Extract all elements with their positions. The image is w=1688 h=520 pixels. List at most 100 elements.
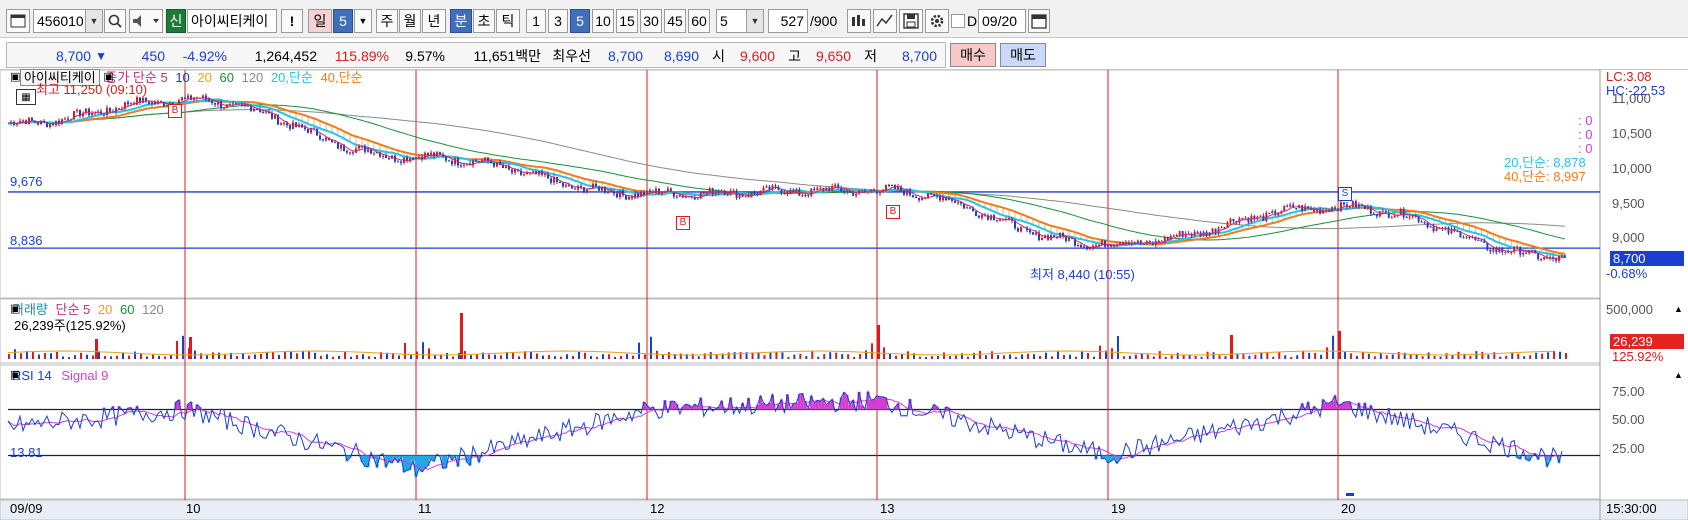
volume-ma-line	[7, 350, 1554, 356]
candle-body	[385, 155, 387, 159]
period-week-button[interactable]: 주	[376, 9, 398, 33]
ma5-line	[7, 97, 1565, 259]
stock-name: 아이씨티케이	[191, 13, 269, 29]
interval-15[interactable]: 15	[616, 9, 638, 33]
sell-signal-marker[interactable]: S	[1338, 187, 1352, 201]
date-input[interactable]: 09/20	[978, 9, 1026, 33]
candle-body	[352, 152, 354, 154]
period-month-button[interactable]: 월	[399, 9, 421, 33]
interval-10[interactable]: 10	[592, 9, 614, 33]
tools-button[interactable]	[847, 9, 871, 33]
candle-body	[307, 129, 309, 133]
candle-body	[22, 120, 24, 122]
volume-bar	[620, 355, 622, 359]
buy-button[interactable]: 매수	[950, 43, 996, 67]
volume-panel-collapse-icon[interactable]: ▲	[1674, 302, 1683, 317]
candle-body	[774, 185, 777, 187]
period-day-button[interactable]: 일	[308, 9, 332, 33]
candle-body	[765, 186, 768, 188]
volume-bar	[404, 343, 406, 359]
volume-bar	[757, 352, 760, 359]
rsi-panel-collapse-icon[interactable]: ▲	[1674, 368, 1683, 383]
volume-bar	[272, 351, 274, 359]
candle-body	[1408, 216, 1411, 218]
volume-handle-icon[interactable]: ▣	[10, 302, 20, 317]
save-button[interactable]	[899, 9, 923, 33]
rsi-handle-icon[interactable]: ▣	[10, 368, 20, 383]
low-price: 8,700	[901, 48, 937, 64]
candle-body	[103, 114, 105, 116]
candle-body	[1402, 208, 1405, 218]
volume-bar	[8, 354, 10, 359]
candle-body	[283, 122, 285, 124]
volume-bar	[104, 356, 106, 359]
volume-bar	[68, 356, 70, 359]
stock-name-field[interactable]: 아이씨티케이	[187, 9, 277, 33]
stock-code-value: 456010	[37, 13, 84, 29]
floppy-disk-icon	[903, 13, 919, 29]
interval-30[interactable]: 30	[640, 9, 662, 33]
volume-bar	[170, 355, 172, 359]
period-day-dropdown[interactable]: ▼	[354, 9, 372, 33]
candle-body	[544, 174, 546, 176]
candle-body	[1342, 202, 1345, 205]
candle-body	[619, 190, 621, 198]
sell-button[interactable]: 매도	[1000, 43, 1046, 67]
candle-body	[726, 194, 729, 196]
candle-body	[181, 97, 183, 101]
candle-body	[1083, 246, 1085, 248]
period-day-value[interactable]: 5	[333, 9, 353, 33]
period-second-button[interactable]: 초	[473, 9, 495, 33]
best-price-label: 최우선	[552, 48, 591, 64]
trend-line-button[interactable]	[873, 9, 897, 33]
interval-1[interactable]: 1	[526, 9, 546, 33]
candle-body	[705, 191, 708, 194]
candle-body	[1241, 218, 1244, 220]
volume-bar	[1212, 352, 1215, 359]
period-year-button[interactable]: 년	[422, 9, 446, 33]
period-tick-button[interactable]: 틱	[496, 9, 520, 33]
speaker-icon	[133, 15, 159, 27]
period-minute-button[interactable]: 분	[450, 9, 472, 33]
alert-button[interactable]: !	[281, 9, 303, 33]
date-checkbox[interactable]	[951, 14, 965, 28]
volume-bar	[943, 352, 945, 359]
interval-45[interactable]: 45	[664, 9, 686, 33]
volume-bar	[176, 340, 178, 359]
candle-body	[1104, 240, 1106, 247]
volume-bar	[1302, 351, 1305, 359]
interval-3[interactable]: 3	[548, 9, 568, 33]
interval-select[interactable]: 5	[716, 9, 764, 33]
volume-bar	[1373, 356, 1376, 359]
candle-body	[1426, 222, 1429, 228]
candle-body	[322, 139, 324, 141]
interval-5[interactable]: 5	[570, 9, 590, 33]
volume-bar	[638, 342, 640, 359]
buy-signal-marker-3[interactable]: B	[886, 205, 900, 219]
stock-chart[interactable]	[0, 70, 1688, 520]
buy-signal-marker-1[interactable]: B	[168, 104, 182, 118]
count-input[interactable]: 527	[768, 9, 808, 33]
interval-60[interactable]: 60	[688, 9, 710, 33]
sound-button[interactable]	[129, 9, 163, 33]
candle-body	[1077, 244, 1079, 246]
candle-body	[1211, 228, 1214, 233]
candle-body	[1390, 217, 1393, 219]
volume-bar	[242, 353, 244, 359]
volume-bar	[1224, 356, 1227, 359]
legend-ma120: 120	[241, 70, 264, 85]
chart-settings-button[interactable]	[6, 9, 30, 33]
candle-body	[514, 169, 516, 173]
stock-code-select[interactable]: 456010	[33, 9, 103, 33]
chart-area[interactable]: ▣ 아이씨티케이 ▣ 종가 단순 5 10 20 60 120 20,단순 40…	[0, 69, 1688, 520]
calendar-button[interactable]	[1028, 9, 1050, 33]
data-table-icon[interactable]: ▦	[16, 89, 36, 105]
volume-bar	[1427, 352, 1430, 359]
panel-handle-icon[interactable]: ▣	[10, 70, 20, 85]
volume-bar	[1541, 353, 1544, 359]
settings-button[interactable]	[925, 9, 949, 33]
search-button[interactable]	[104, 9, 126, 33]
volume-bar	[967, 356, 969, 359]
volume-bar	[410, 355, 412, 359]
buy-signal-marker-2[interactable]: B	[676, 216, 690, 230]
